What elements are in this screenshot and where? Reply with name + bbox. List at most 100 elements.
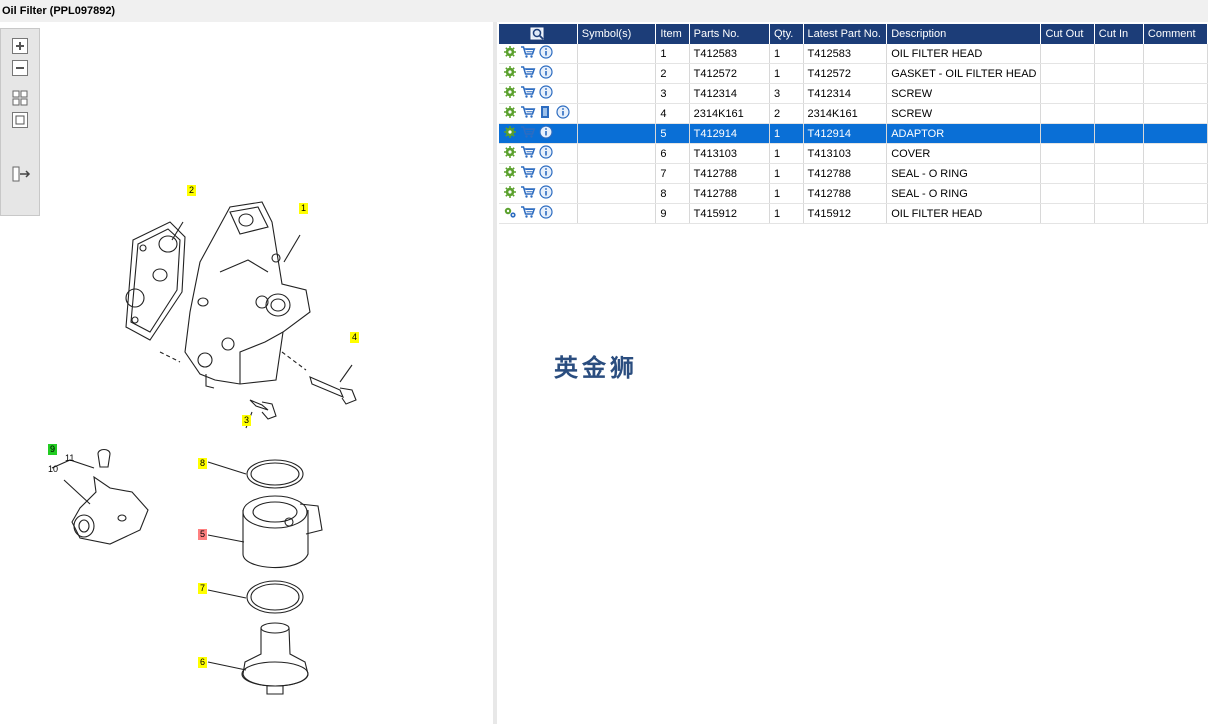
cell-description: SEAL - O RING [886,183,1042,204]
column-header-parts-no[interactable]: Parts No. [689,24,770,44]
gear-icon[interactable] [503,45,517,62]
cell-qty: 1 [769,143,804,164]
info-icon[interactable] [539,165,553,182]
callout-1[interactable]: 1 [299,203,309,214]
cell-item: 7 [655,163,690,184]
cell-latest-part-no: T412914 [803,123,888,144]
info-icon[interactable] [539,185,553,202]
cell-qty: 1 [769,123,804,144]
column-header-search[interactable] [499,24,578,44]
cell-item: 3 [655,83,690,104]
callout-9[interactable]: 9 [48,444,58,455]
cell-cut-in [1094,83,1144,104]
cell-symbols [577,103,657,124]
callout-2[interactable]: 2 [187,185,197,196]
document-icon[interactable] [539,105,553,122]
diagram-pane[interactable]: 1 2 3 4 5 6 7 8 9 10 11 [0,22,493,724]
column-header-cut-in[interactable]: Cut In [1094,24,1144,44]
cart-icon[interactable] [520,165,536,182]
info-icon[interactable] [539,85,553,102]
table-row[interactable]: 1 T412583 1 T412583 OIL FILTER HEAD [499,44,1208,64]
info-icon[interactable] [556,105,570,122]
cart-icon[interactable] [520,105,536,122]
cell-qty: 1 [769,44,804,64]
cell-latest-part-no: T412572 [803,63,888,84]
callout-4[interactable]: 4 [350,332,360,343]
gear-icon[interactable] [503,145,517,162]
search-parts-icon[interactable] [530,27,546,40]
cell-description: OIL FILTER HEAD [886,203,1042,224]
table-row[interactable]: 5 T412914 1 T412914 ADAPTOR [499,123,1208,144]
cell-comment [1143,123,1208,144]
cell-parts-no: T415912 [689,203,770,224]
column-header-symbols[interactable]: Symbol(s) [577,24,657,44]
column-header-latest-part-no[interactable]: Latest Part No. [803,24,888,44]
cell-qty: 1 [769,63,804,84]
cell-parts-no: T412788 [689,163,770,184]
gear-icon[interactable] [503,85,517,102]
table-row[interactable]: 8 T412788 1 T412788 SEAL - O RING [499,183,1208,204]
table-header-row: Symbol(s) Item Parts No. Qty. Latest Par… [499,24,1208,44]
info-icon[interactable] [539,125,553,142]
cell-latest-part-no: T413103 [803,143,888,164]
cell-cut-in [1094,143,1144,164]
callout-8[interactable]: 8 [198,458,208,469]
cell-symbols [577,183,657,204]
row-actions [499,83,578,104]
cell-latest-part-no: T415912 [803,203,888,224]
callout-6[interactable]: 6 [198,657,208,668]
cell-item: 4 [655,103,690,124]
table-row[interactable]: 3 T412314 3 T412314 SCREW [499,83,1208,104]
gear-icon[interactable] [503,65,517,82]
table-row[interactable]: 6 T413103 1 T413103 COVER [499,143,1208,164]
cell-cut-out [1040,183,1095,204]
gear-icon[interactable] [503,185,517,202]
cart-icon[interactable] [520,125,536,142]
table-row[interactable]: 4 2314K161 2 2314K161 SCREW [499,103,1208,124]
callout-11[interactable]: 11 [65,453,74,463]
cell-item: 2 [655,63,690,84]
gear-icon[interactable] [503,105,517,122]
cart-icon[interactable] [520,185,536,202]
callout-5[interactable]: 5 [198,529,208,540]
column-header-cut-out[interactable]: Cut Out [1040,24,1095,44]
column-header-item[interactable]: Item [655,24,690,44]
row-actions [499,103,578,124]
column-header-comment[interactable]: Comment [1143,24,1208,44]
cart-icon[interactable] [520,65,536,82]
info-icon[interactable] [539,65,553,82]
cart-icon[interactable] [520,205,536,222]
cell-cut-out [1040,103,1095,124]
row-actions [499,123,578,144]
cart-icon[interactable] [520,145,536,162]
callout-7[interactable]: 7 [198,583,208,594]
cell-cut-out [1040,44,1095,64]
table-row[interactable]: 2 T412572 1 T412572 GASKET - OIL FILTER HEAD [499,63,1208,84]
gear-icon[interactable] [503,165,517,182]
column-header-qty[interactable]: Qty. [769,24,804,44]
cell-parts-no: 2314K161 [689,103,770,124]
info-icon[interactable] [539,205,553,222]
cell-item: 5 [655,123,690,144]
cell-qty: 1 [769,183,804,204]
table-row[interactable]: 9 T415912 1 T415912 OIL FILTER HEAD [499,203,1208,224]
table-row[interactable]: 7 T412788 1 T412788 SEAL - O RING [499,163,1208,184]
multi-gear-icon[interactable] [503,205,517,222]
info-icon[interactable] [539,45,553,62]
cell-parts-no: T412788 [689,183,770,204]
gear-icon[interactable] [503,125,517,142]
cell-description: GASKET - OIL FILTER HEAD [886,63,1042,84]
cell-cut-in [1094,183,1144,204]
cell-parts-no: T412314 [689,83,770,104]
cell-comment [1143,203,1208,224]
cart-icon[interactable] [520,85,536,102]
cell-cut-in [1094,123,1144,144]
callout-3[interactable]: 3 [242,415,252,426]
callout-10[interactable]: 10 [48,464,58,474]
cell-parts-no: T412583 [689,44,770,64]
cell-comment [1143,103,1208,124]
cart-icon[interactable] [520,45,536,62]
info-icon[interactable] [539,145,553,162]
cell-qty: 1 [769,163,804,184]
column-header-description[interactable]: Description [886,24,1042,44]
